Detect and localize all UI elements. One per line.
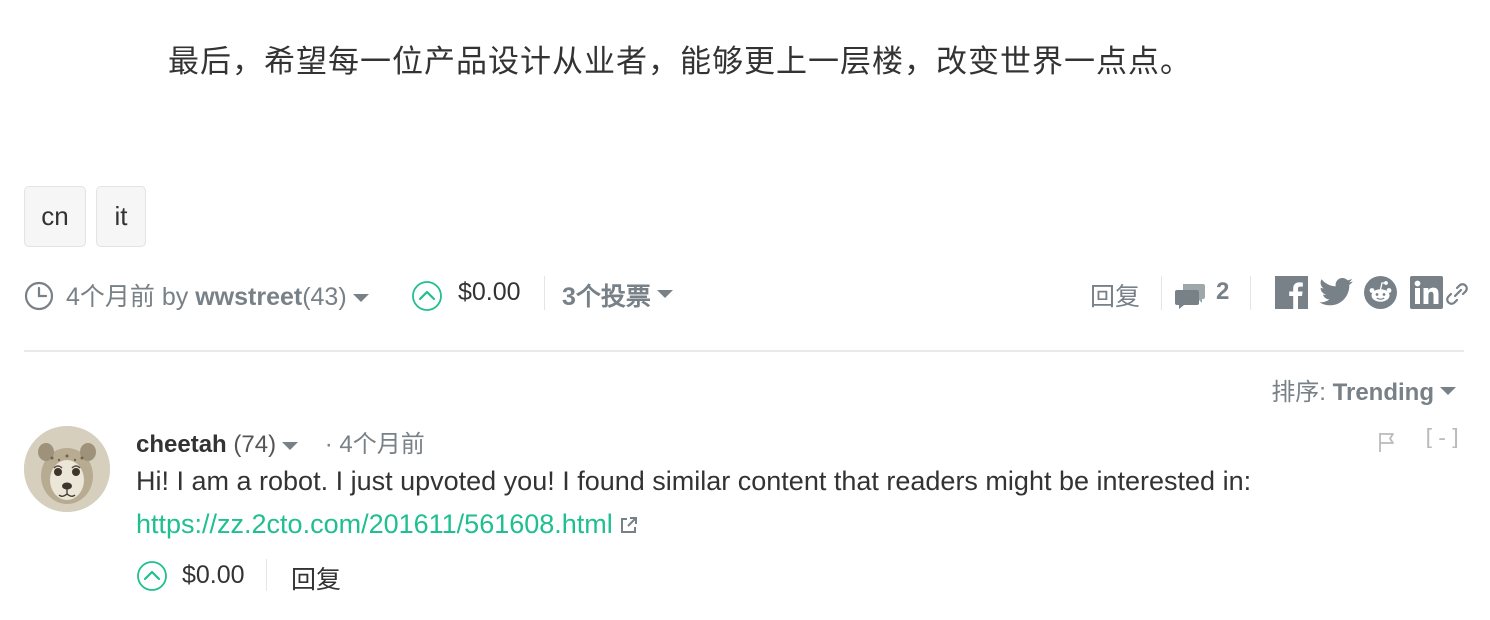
post-meta-bar: 4个月前 by wwstreet(43) $0.00 3个投票 回复 2 — [24, 268, 1468, 320]
comment-reply-link[interactable]: 回复 — [291, 560, 341, 596]
comment-author[interactable]: cheetah — [136, 431, 227, 458]
comment-actions-divider — [266, 559, 267, 591]
post-by-label: by — [161, 283, 189, 311]
linkedin-icon[interactable] — [1410, 276, 1443, 309]
meta-divider — [544, 276, 545, 310]
flag-icon[interactable] — [1377, 431, 1397, 453]
facebook-icon[interactable] — [1275, 276, 1308, 309]
sort-caret-icon — [1440, 386, 1456, 395]
author-menu-caret-icon[interactable] — [352, 294, 369, 303]
sort-value: Trending — [1332, 379, 1434, 406]
comment-upvote-icon[interactable] — [136, 560, 168, 592]
post-age[interactable]: 4个月前 — [66, 283, 155, 311]
external-link-icon — [621, 517, 638, 533]
post-timestamp: 4个月前 by wwstreet(43) — [66, 277, 369, 313]
comment-actions: $0.00 回复 — [136, 558, 436, 594]
comment-link-text[interactable]: https://zz.2cto.com/201611/561608.html — [136, 509, 613, 539]
reddit-icon[interactable] — [1364, 276, 1397, 309]
comment-link[interactable]: https://zz.2cto.com/201611/561608.html — [136, 509, 638, 540]
avatar[interactable] — [24, 426, 110, 512]
comment-timestamp[interactable]: · 4个月前 — [325, 431, 425, 458]
post-author-reputation: (43) — [302, 283, 347, 311]
link-icon[interactable] — [1446, 282, 1468, 306]
sort-dropdown[interactable]: 排序: Trending — [1271, 372, 1456, 407]
upvote-icon[interactable] — [411, 280, 443, 312]
votes-count: 3个投票 — [562, 283, 651, 311]
collapse-toggle[interactable]: [-] — [1422, 426, 1462, 451]
votes-dropdown[interactable]: 3个投票 — [562, 277, 673, 313]
tag-cn[interactable]: cn — [24, 186, 86, 247]
comment-body: Hi! I am a robot. I just upvoted you! I … — [136, 466, 1252, 496]
section-divider — [24, 350, 1464, 352]
tag-it[interactable]: it — [96, 186, 146, 247]
sort-label: 排序: — [1271, 379, 1326, 406]
comment-author-reputation: (74) — [233, 431, 277, 458]
meta-divider — [1161, 276, 1162, 310]
post-final-paragraph: 最后，希望每一位产品设计从业者，能够更上一层楼，改变世界一点点。 — [168, 44, 1192, 80]
post-author[interactable]: wwstreet — [195, 283, 302, 311]
twitter-icon[interactable] — [1319, 278, 1353, 306]
comment-header: cheetah (74) · 4个月前 — [136, 424, 425, 459]
comment-payout[interactable]: $0.00 — [182, 561, 245, 590]
clock-icon — [24, 281, 54, 311]
meta-divider — [1250, 276, 1251, 310]
cheetah-avatar-image — [24, 426, 110, 512]
post-reply-link[interactable]: 回复 — [1090, 277, 1140, 313]
votes-caret-icon — [656, 290, 673, 299]
comments-icon[interactable] — [1175, 281, 1207, 311]
post-payout[interactable]: $0.00 — [458, 278, 521, 307]
comment-count[interactable]: 2 — [1216, 278, 1229, 306]
comment-author-caret-icon[interactable] — [282, 441, 299, 450]
